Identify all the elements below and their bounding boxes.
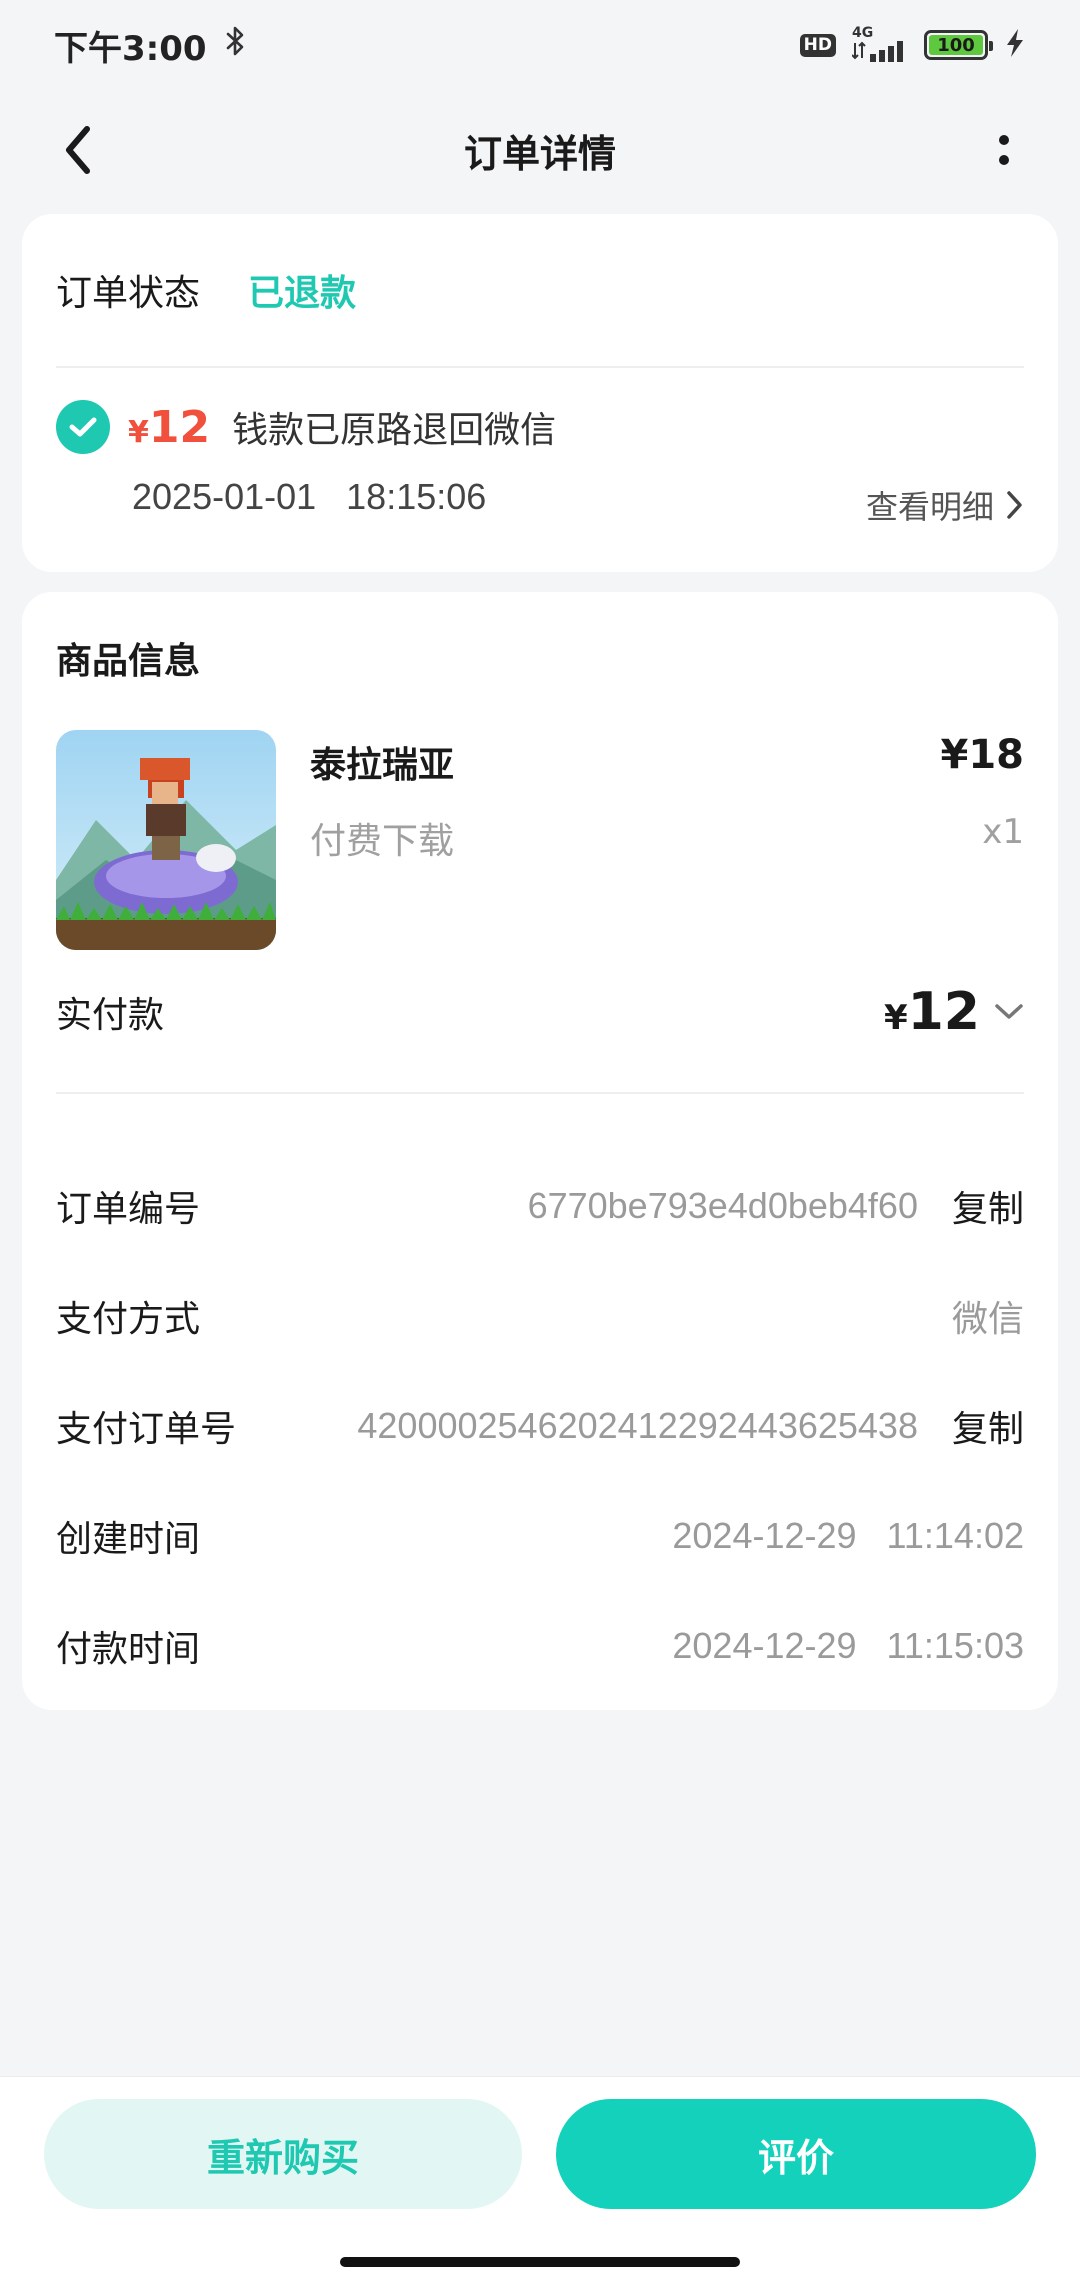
order-number-row: 订单编号 6770be793e4d0beb4f60 复制 (56, 1176, 1024, 1236)
network-type: 4G (852, 24, 874, 41)
battery-level: 100 (929, 35, 983, 56)
goods-info-card: 商品信息 泰拉瑞亚 付费下载 ¥18 x1 实付款 ¥12 订单编号 6770b… (22, 592, 1058, 1710)
status-time: 下午3:00 (54, 28, 207, 69)
order-status-label: 订单状态 (56, 273, 201, 314)
more-options-button[interactable] (976, 122, 1032, 178)
payment-method-row: 支付方式 微信 (56, 1286, 1024, 1346)
order-number-label: 订单编号 (56, 1189, 201, 1230)
view-details-label: 查看明细 (865, 488, 994, 526)
refund-currency: ¥ (128, 414, 149, 450)
back-arrow-icon (66, 126, 90, 174)
paid-amount-value: 12 (907, 982, 980, 1042)
divider (56, 366, 1024, 368)
back-button[interactable] (50, 122, 106, 178)
rebuy-button[interactable]: 重新购买 (44, 2099, 522, 2209)
order-status-row: 订单状态 已退款 (56, 264, 356, 316)
refund-time: 2025-01-01 18:15:06 (132, 476, 487, 517)
chevron-right-icon (1007, 491, 1022, 519)
refund-row: ¥12 钱款已原路退回微信 (56, 400, 556, 454)
paid-currency: ¥ (883, 998, 908, 1038)
battery-icon: 100 (924, 30, 993, 60)
network-indicator: 4G (851, 24, 908, 65)
order-status-card: 订单状态 已退款 ¥12 钱款已原路退回微信 2025-01-01 18:15:… (22, 214, 1058, 572)
created-time-value: 2024-12-29 11:14:02 (672, 1515, 1024, 1556)
order-status-value: 已退款 (248, 273, 357, 314)
goods-type: 付费下载 (310, 821, 455, 862)
goods-price: ¥18 (940, 732, 1025, 778)
status-bar: 下午3:00 HD 4G 100 (0, 0, 1080, 90)
payment-order-number-label: 支付订单号 (56, 1409, 237, 1450)
payment-time-row: 付款时间 2024-12-29 11:15:03 (56, 1616, 1024, 1676)
copy-order-number-button[interactable]: 复制 (952, 1180, 1024, 1232)
check-circle-icon (56, 400, 110, 454)
payment-time-label: 付款时间 (56, 1629, 201, 1670)
copy-payment-order-number-button[interactable]: 复制 (952, 1400, 1024, 1452)
goods-section-title: 商品信息 (56, 641, 201, 682)
page-title: 订单详情 (463, 131, 616, 176)
actual-payment-label: 实付款 (56, 995, 165, 1036)
payment-method-label: 支付方式 (56, 1299, 201, 1340)
created-time-label: 创建时间 (56, 1519, 201, 1560)
review-button[interactable]: 评价 (556, 2099, 1036, 2209)
payment-time-value: 2024-12-29 11:15:03 (672, 1625, 1024, 1666)
goods-name[interactable]: 泰拉瑞亚 (310, 736, 454, 788)
actual-payment-amount: ¥12 (884, 982, 1024, 1042)
nav-bar: 订单详情 (0, 100, 1080, 200)
created-time-row: 创建时间 2024-12-29 11:14:02 (56, 1506, 1024, 1566)
divider (56, 1092, 1024, 1094)
home-indicator[interactable] (340, 2257, 740, 2267)
refund-amount: ¥12 (128, 402, 210, 453)
hd-badge: HD (799, 33, 836, 57)
refund-amount-value: 12 (148, 401, 211, 453)
more-vertical-icon (999, 135, 1009, 165)
refund-text: 钱款已原路退回微信 (232, 410, 557, 451)
order-number-value: 6770be793e4d0beb4f60 (527, 1185, 918, 1226)
payment-method-value: 微信 (951, 1298, 1024, 1339)
charging-icon (1004, 28, 1026, 62)
status-left: 下午3:00 (54, 21, 247, 70)
view-details-link[interactable]: 查看明细 (866, 482, 1024, 528)
payment-order-number-value: 4200002546202412292443625438 (357, 1405, 918, 1446)
bottom-action-bar: 重新购买 评价 (0, 2076, 1080, 2280)
status-right: HD 4G 100 (799, 24, 1026, 65)
goods-quantity: x1 (982, 812, 1024, 852)
game-thumbnail[interactable] (56, 730, 276, 950)
chevron-down-icon (995, 1004, 1023, 1019)
payment-order-number-row: 支付订单号 4200002546202412292443625438 复制 (56, 1396, 1024, 1456)
actual-payment-row[interactable]: 实付款 ¥12 (56, 972, 1024, 1052)
signal-icon (851, 40, 908, 65)
bluetooth-icon (225, 25, 247, 66)
